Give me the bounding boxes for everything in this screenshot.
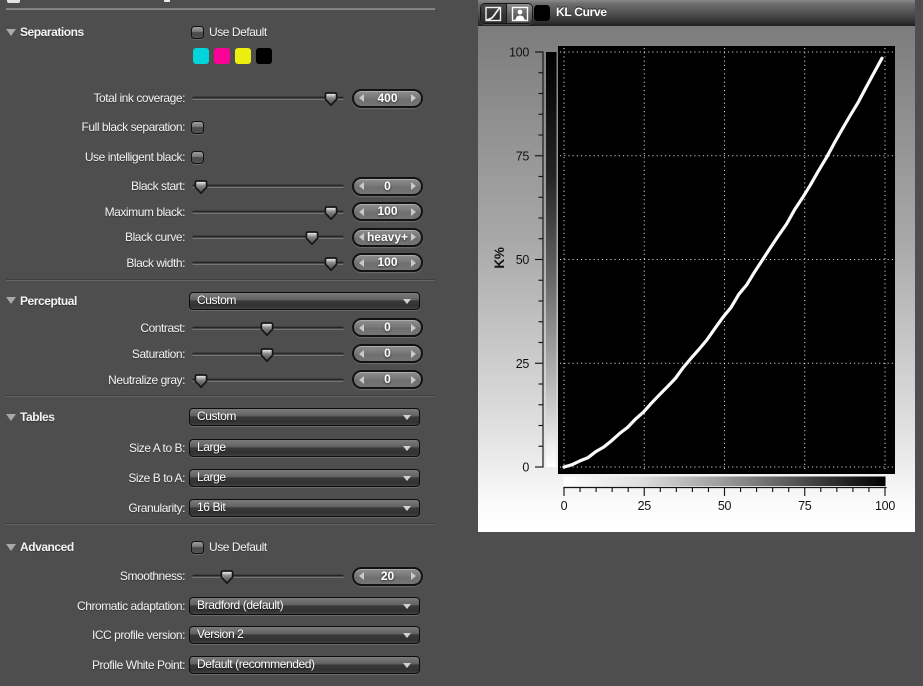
svg-text:25: 25 bbox=[516, 357, 530, 371]
svg-text:50: 50 bbox=[718, 499, 732, 513]
svg-text:K%: K% bbox=[492, 247, 507, 268]
svg-text:25: 25 bbox=[638, 499, 652, 513]
svg-text:75: 75 bbox=[798, 499, 812, 513]
svg-text:0: 0 bbox=[561, 499, 568, 513]
svg-text:100: 100 bbox=[875, 499, 895, 513]
svg-text:100: 100 bbox=[509, 46, 529, 60]
svg-text:50: 50 bbox=[516, 253, 530, 267]
svg-text:0: 0 bbox=[522, 461, 529, 475]
svg-text:75: 75 bbox=[516, 149, 530, 163]
